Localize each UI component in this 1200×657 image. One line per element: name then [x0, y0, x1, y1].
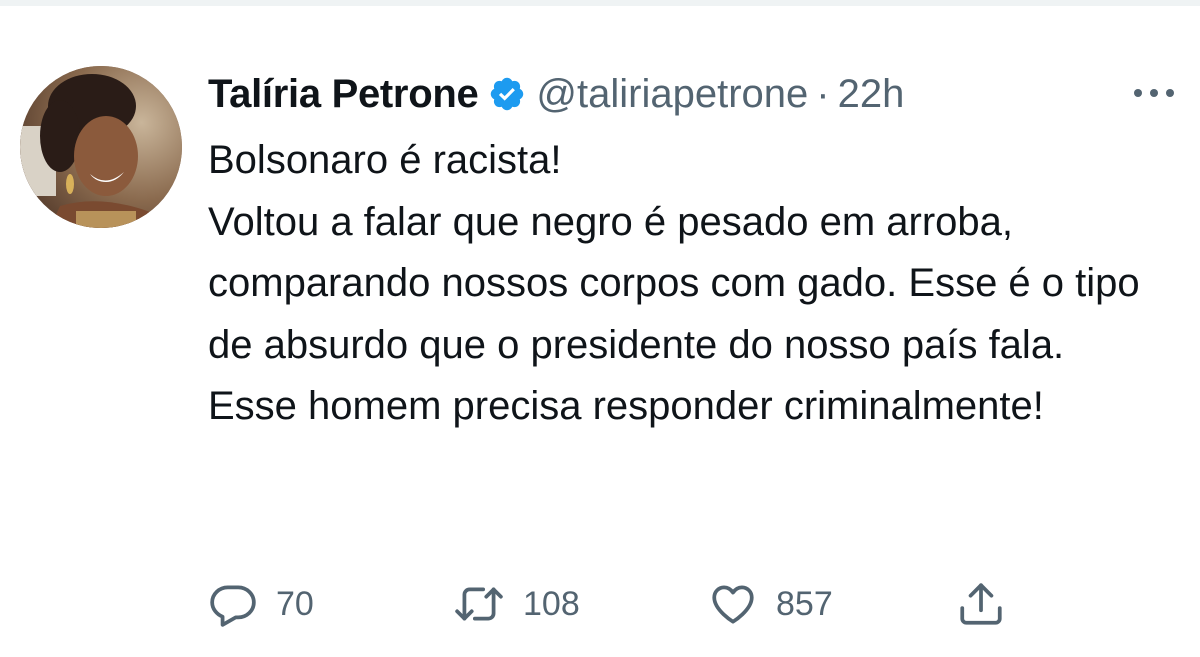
tweet-actions: 70 108 857	[208, 576, 1198, 632]
verified-badge-icon	[488, 75, 526, 113]
timestamp[interactable]: 22h	[838, 72, 905, 117]
avatar-image	[20, 66, 182, 228]
like-icon	[708, 579, 758, 629]
author-handle[interactable]: @taliriapetrone	[536, 72, 808, 117]
reply-button[interactable]: 70	[208, 576, 314, 632]
more-options-icon[interactable]	[1128, 76, 1180, 110]
retweet-icon	[453, 579, 505, 629]
retweet-count: 108	[523, 584, 580, 623]
like-count: 857	[776, 584, 833, 623]
author-name[interactable]: Talíria Petrone	[208, 72, 479, 117]
retweet-button[interactable]: 108	[453, 576, 580, 632]
tweet-card[interactable]: Talíria Petrone @taliriapetrone · 22h Bo…	[0, 6, 1200, 657]
reply-icon	[208, 579, 258, 629]
separator-dot: ·	[816, 71, 830, 116]
tweet-text: Bolsonaro é racista! Voltou a falar que …	[208, 138, 1140, 428]
reply-count: 70	[276, 584, 314, 623]
tweet-header: Talíria Petrone @taliriapetrone · 22h	[208, 66, 904, 122]
share-icon	[956, 579, 1006, 629]
share-button[interactable]	[956, 576, 1006, 632]
like-button[interactable]: 857	[708, 576, 833, 632]
avatar[interactable]	[20, 66, 182, 228]
